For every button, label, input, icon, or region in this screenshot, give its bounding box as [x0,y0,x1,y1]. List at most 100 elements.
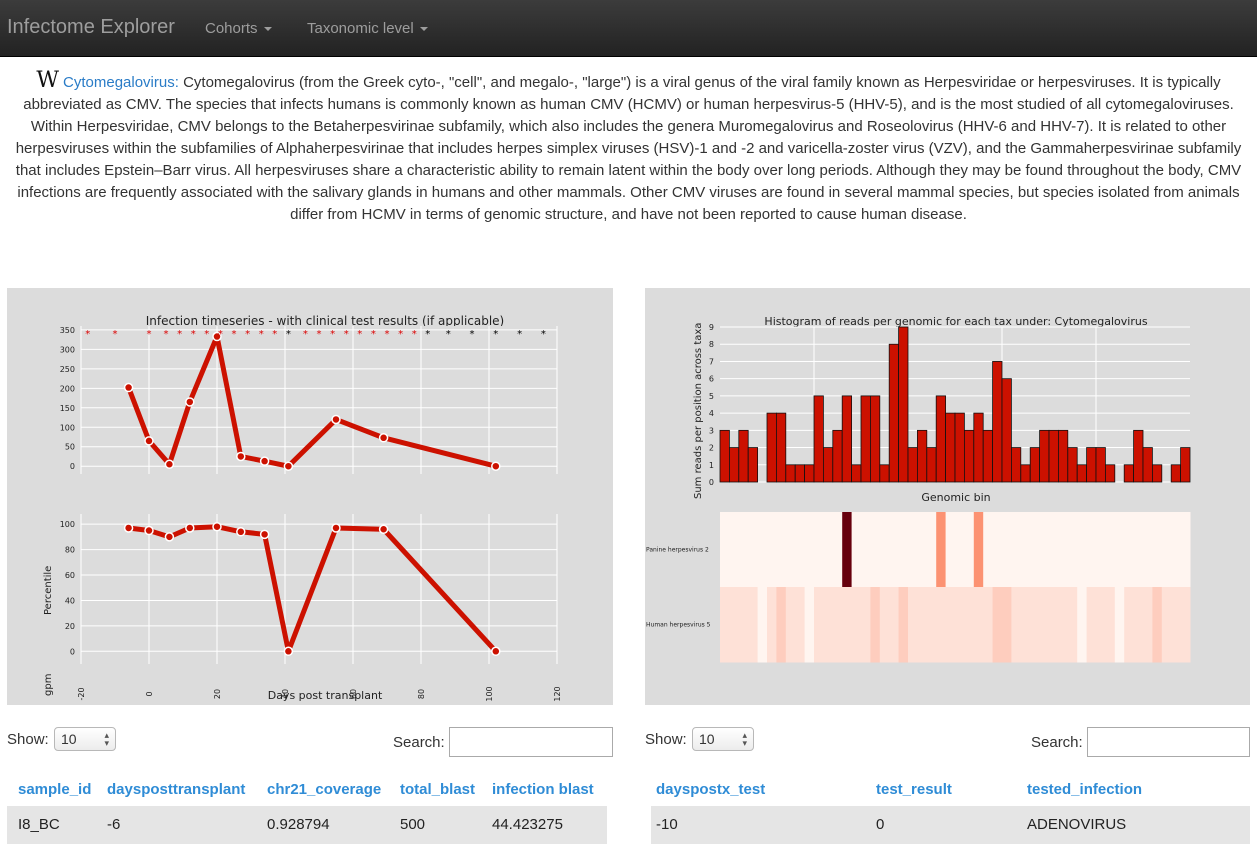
y-tick-label: 50 [65,443,75,452]
histogram-bar [869,395,881,483]
histogram-title: Histogram of reads per genomic for each … [764,315,1147,328]
heatmap-cell [992,512,1003,588]
heatmap-cell [1067,587,1078,663]
heatmap-cell [1011,512,1022,588]
gpm-plot: 0 50 100 150 200 250 300 350 * * * * * * * * * * * * * * * * * * *… [60,326,558,474]
heatmap-cell [720,587,730,663]
heatmap-cell [1105,512,1116,588]
histogram-bar [888,343,899,483]
column-header-infection-blast[interactable]: infection blast [492,781,594,798]
x-axis-label: Days post transplant [268,689,383,702]
heatmap-cell [823,587,834,663]
histogram-bar [1123,464,1135,483]
heatmap-cell [898,587,909,663]
heatmap-cell [1133,587,1144,663]
heatmap-cell [1011,587,1022,663]
test-marker: * [191,329,196,340]
heatmap-cell [1124,512,1135,588]
test-marker: * [317,329,322,340]
data-point [185,523,195,533]
test-marker: * [85,329,90,340]
column-header-test-result[interactable]: test_result [876,781,952,798]
test-marker: * [470,329,475,340]
heatmap-row-label: Human herpesvirus 5 [646,622,711,629]
heatmap-cell [738,587,749,663]
heatmap-cell [757,587,768,663]
column-header-chr21-coverage[interactable]: chr21_coverage [267,781,381,798]
heatmap-cell [955,512,965,588]
heatmap-cell [795,512,806,588]
right-search-input[interactable] [1087,727,1250,757]
right-page-size-select[interactable]: 10 ▴ ▾ [692,727,754,751]
heatmap-cell [945,512,956,588]
heatmap-cell [1161,512,1172,588]
histogram-bar [1104,464,1116,483]
test-marker: * [517,329,522,340]
histogram-bar [747,447,758,483]
left-search-label: Search: [393,734,445,751]
data-point [123,523,134,533]
column-header-daysposttransplant[interactable]: daysposttransplant [107,781,245,798]
heatmap-cell [851,587,862,663]
test-marker: * [425,329,430,340]
heatmap-cell [917,587,928,663]
app-brand[interactable]: Infectome Explorer [7,16,175,39]
taxonomic-level-menu[interactable]: Taxonomic level [307,20,428,37]
description-text: Cytomegalovirus (from the Greek cyto-, "… [15,74,1242,223]
heatmap-cell [1180,512,1191,588]
histogram-bar [898,326,909,483]
histogram-bar [719,429,730,483]
heatmap-cell [889,512,900,588]
wikipedia-link[interactable]: Cytomegalovirus: [63,74,179,91]
heatmap-cell [1161,587,1172,663]
heatmap-cell [879,587,890,663]
y-tick-label: 0 [709,478,714,487]
histogram-bar [1076,464,1088,483]
percentile-axis-label: Percentile [43,566,54,615]
test-marker: * [371,329,376,340]
column-header-total-blast[interactable]: total_blast [400,781,475,798]
data-point [491,646,501,657]
data-point [491,461,501,471]
heatmap-cell [1105,587,1116,663]
y-tick-label: 40 [65,596,75,605]
data-point [378,524,389,535]
histogram-chart: Histogram of reads per genomic for each … [646,315,1191,663]
test-marker: * [286,329,291,340]
heatmap-cell [1039,512,1050,588]
histogram-bar [1086,447,1097,483]
plot-area [81,326,557,474]
column-header-tested-infection[interactable]: tested_infection [1027,781,1142,798]
heatmap-cell [1086,512,1097,588]
column-header-sample-id[interactable]: sample_id [18,781,91,798]
heatmap-cell [1180,587,1191,663]
histogram-bar [916,429,928,483]
histogram-bar [804,464,815,483]
heatmap-cell [879,512,890,588]
left-search-input[interactable] [449,727,613,757]
cell-daysposttransplant: -6 [107,816,121,833]
heatmap-cell [936,587,947,663]
heatmap-cell [776,512,787,588]
heatmap-cell [1002,587,1012,663]
test-marker: * [344,329,349,340]
heatmap-cell [757,512,768,588]
timeseries-chart: Infection timeseries - with clinical tes… [43,314,562,702]
heatmap-cell [898,512,909,588]
wikipedia-icon[interactable]: W [36,68,59,93]
cell-infection-blast: 44.423275 [492,816,563,833]
test-marker: * [357,329,362,340]
column-header-dayspostx-test[interactable]: dayspostx_test [656,781,765,798]
show-entries-label: Show: [645,731,687,748]
left-page-size-select[interactable]: 10 ▴ ▾ [54,727,116,751]
heatmap-cell [1171,512,1182,588]
histogram-bar [766,412,777,483]
y-tick-label: 3 [709,426,714,435]
cohorts-menu[interactable]: Cohorts [205,20,272,37]
data-point [144,436,154,446]
x-tick-label: 0 [145,691,154,696]
y-tick-label: 80 [65,546,75,555]
heatmap-cell [973,587,984,663]
table-row[interactable] [651,806,1250,844]
heatmap-cell [1143,587,1153,663]
